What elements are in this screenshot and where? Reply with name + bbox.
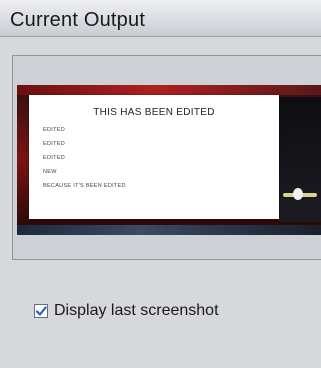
screenshot-panel: THIS HAS BEEN EDITED EDITED EDITED EDITE…: [12, 55, 321, 260]
document-line: NEW: [43, 169, 57, 175]
last-screenshot-thumbnail: THIS HAS BEEN EDITED EDITED EDITED EDITE…: [17, 85, 321, 235]
document-title: THIS HAS BEEN EDITED: [93, 107, 215, 118]
thumbnail-document: THIS HAS BEEN EDITED EDITED EDITED EDITE…: [29, 95, 279, 219]
document-line: EDITED: [43, 127, 65, 133]
document-line: EDITED: [43, 141, 65, 147]
document-line: BECAUSE IT'S BEEN EDITED: [43, 183, 126, 189]
display-last-screenshot-label[interactable]: Display last screenshot: [54, 302, 219, 320]
thumbnail-taskbar: [17, 225, 321, 235]
thumbnail-top-stripe: [17, 85, 321, 95]
panel-header: Current Output: [0, 0, 321, 37]
display-last-screenshot-checkbox[interactable]: [34, 304, 48, 318]
checkmark-icon: [35, 306, 47, 316]
document-line: EDITED: [43, 155, 65, 161]
thumbnail-slider-knob: [293, 188, 303, 200]
thumbnail-side-window: [279, 97, 321, 222]
panel-title: Current Output: [10, 9, 146, 31]
